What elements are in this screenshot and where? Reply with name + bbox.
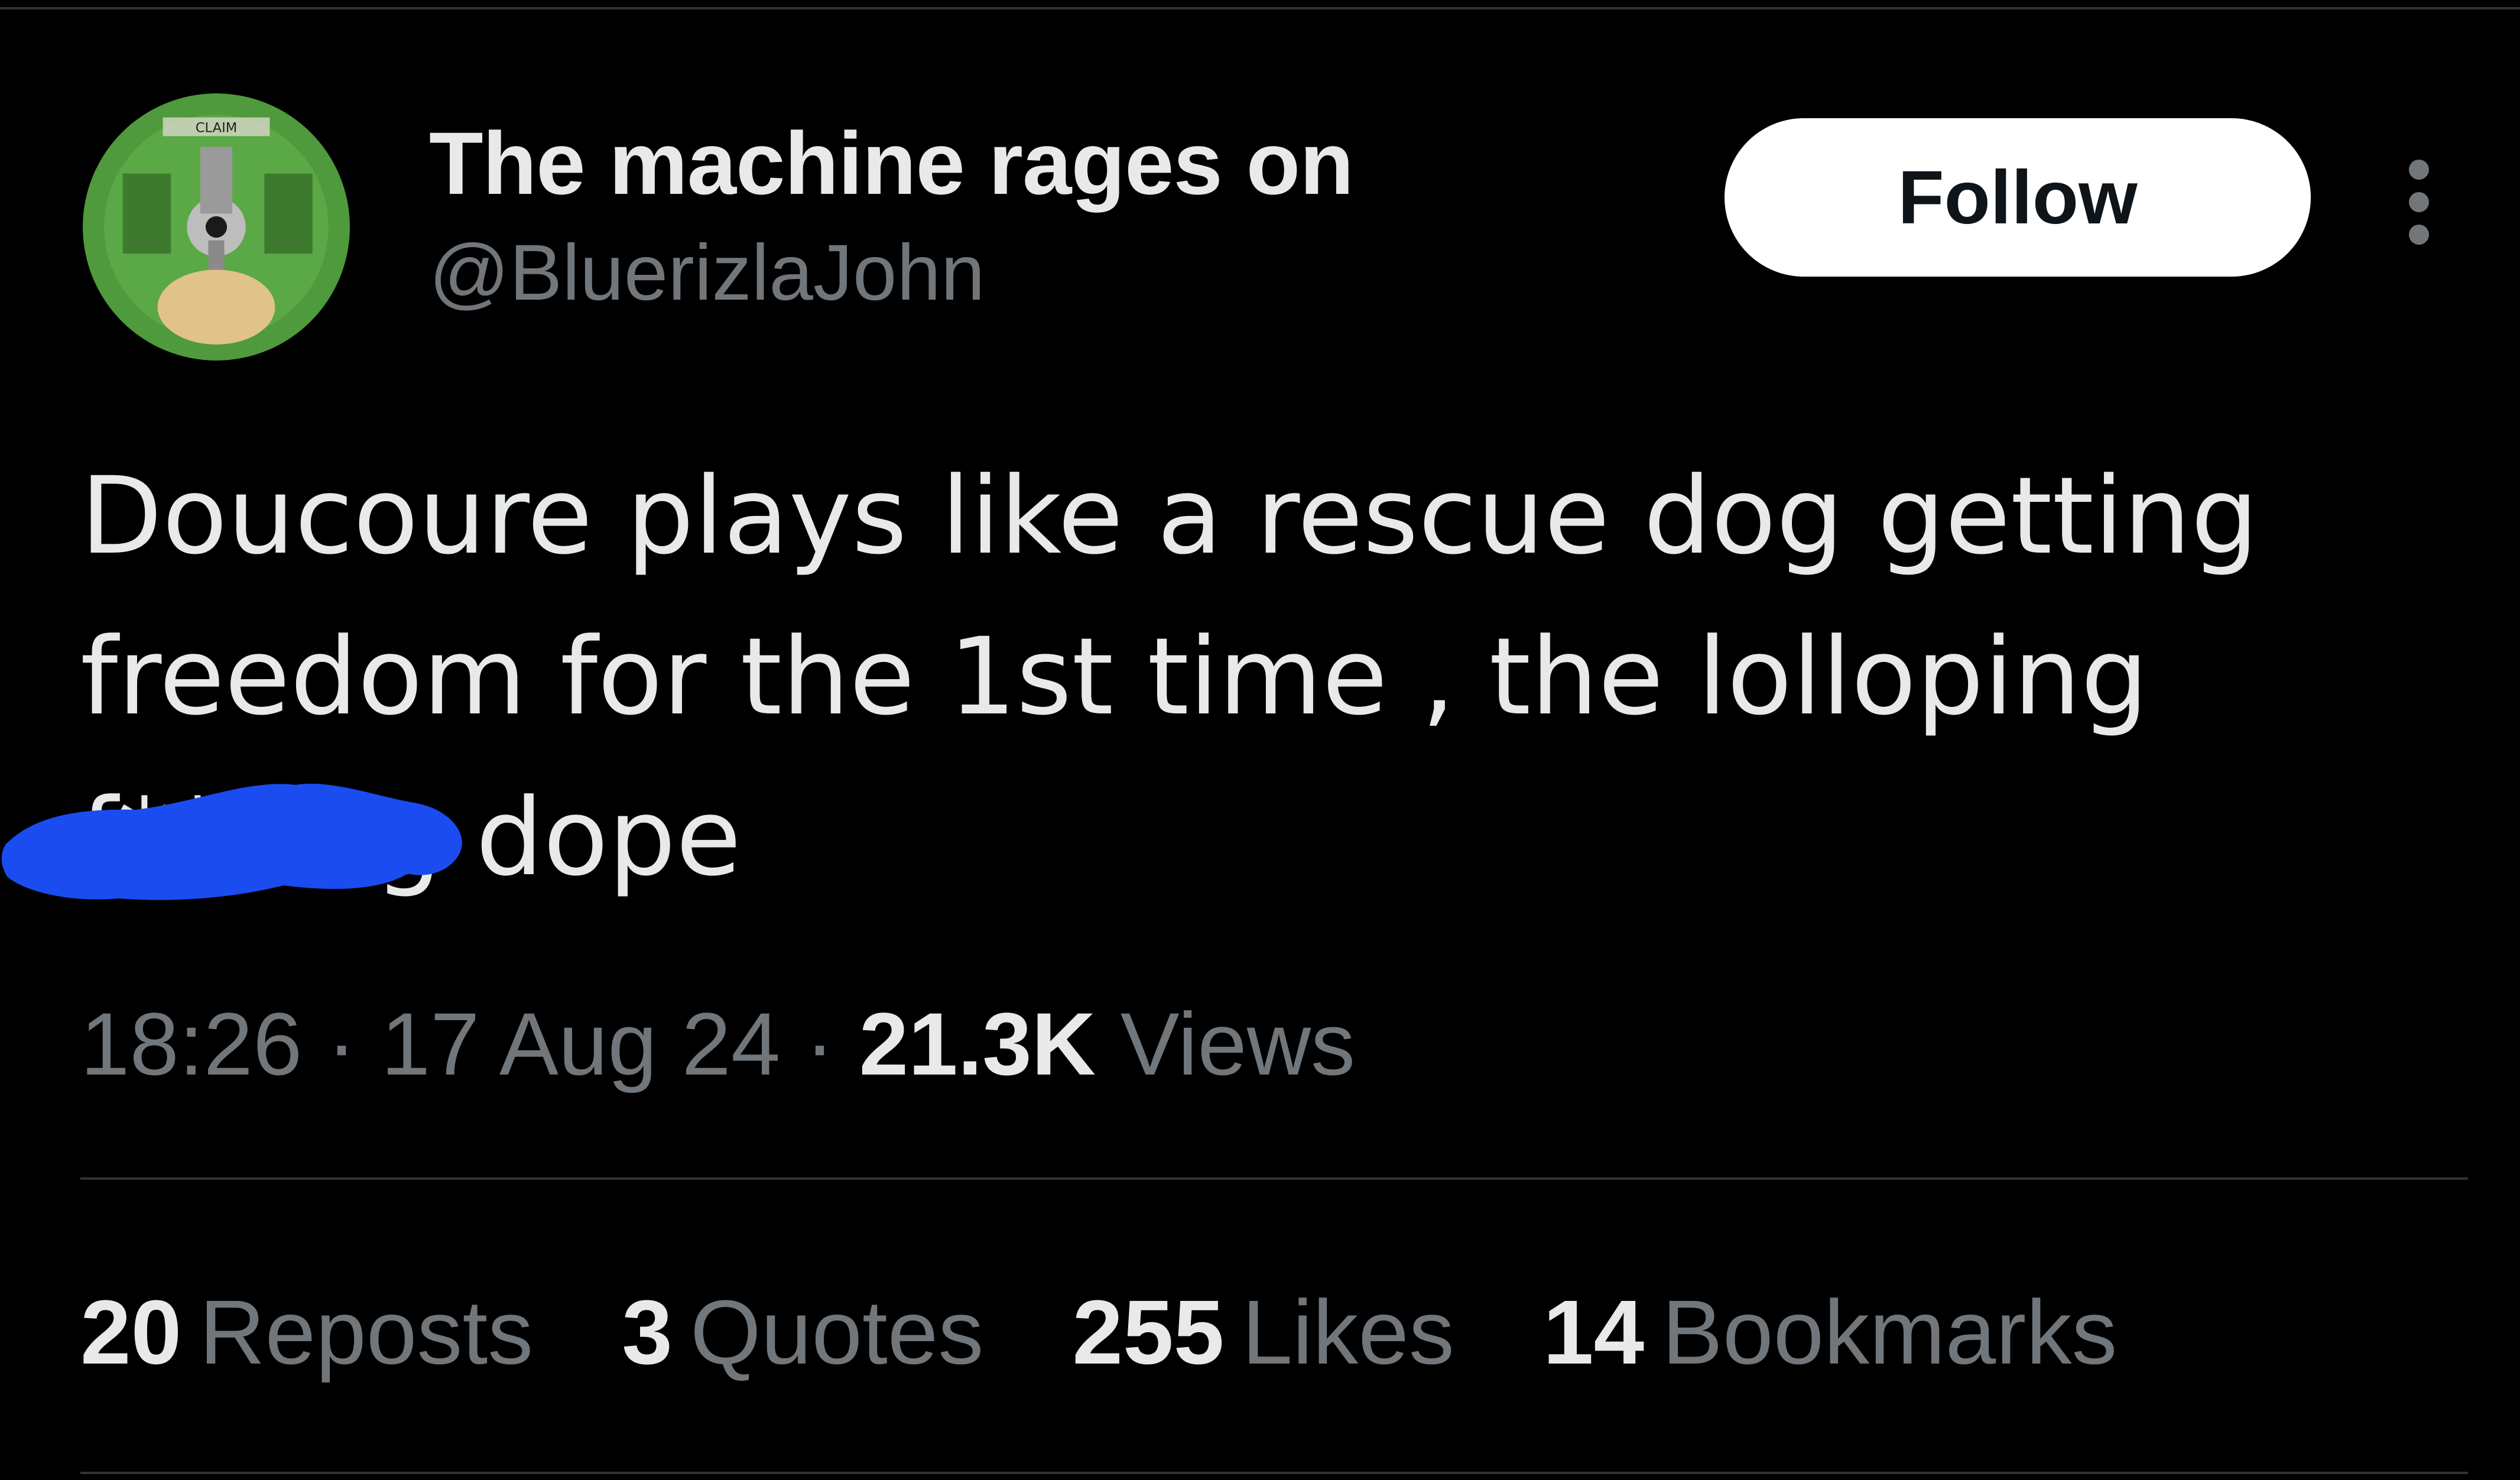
author-handle[interactable]: @BluerizlaJohn	[429, 228, 985, 318]
meta-separator: ·	[805, 994, 835, 1093]
views-count: 21.3K	[859, 994, 1096, 1093]
top-divider	[0, 7, 2520, 9]
tweet-line: Doucoure plays like a rescue dog getting	[80, 455, 2259, 578]
stats-divider	[80, 1177, 2468, 1180]
author-display-name[interactable]: The machine rages on	[429, 112, 1354, 215]
tweet-date[interactable]: 17 Aug 24	[381, 994, 781, 1093]
stat-label: Likes	[1242, 1281, 1454, 1383]
bookmarks-stat[interactable]: 14 Bookmarks	[1543, 1280, 2118, 1385]
more-horizontal-icon[interactable]	[2396, 155, 2443, 249]
tweet-meta: 18:26 · 17 Aug 24 · 21.3K Views	[80, 993, 1355, 1095]
tweet-line: freedom for the 1st time , the lolloping	[80, 615, 2149, 739]
stat-label: Bookmarks	[1662, 1281, 2118, 1383]
reposts-stat[interactable]: 20 Reposts	[80, 1280, 533, 1385]
follow-button[interactable]: Follow	[1725, 118, 2311, 277]
avatar-label: CLAIM	[196, 121, 238, 136]
stat-count: 255	[1072, 1281, 1225, 1383]
meta-separator: ·	[327, 994, 357, 1093]
author-avatar[interactable]: CLAIM	[83, 93, 350, 361]
tweet-time[interactable]: 18:26	[80, 994, 302, 1093]
stat-label: Reposts	[199, 1281, 534, 1383]
likes-stat[interactable]: 255 Likes	[1072, 1280, 1454, 1385]
bottom-divider	[80, 1472, 2468, 1474]
avatar-image: CLAIM	[83, 93, 350, 361]
redaction-scribble	[1, 783, 462, 900]
stat-count: 14	[1542, 1281, 1645, 1383]
engagement-stats: 20 Reposts 3 Quotes 255 Likes 14 Bookmarks	[80, 1280, 2117, 1385]
quotes-stat[interactable]: 3 Quotes	[622, 1280, 983, 1385]
stat-count: 3	[622, 1281, 673, 1383]
stat-label: Quotes	[690, 1281, 984, 1383]
views-label: Views	[1120, 994, 1356, 1093]
stat-count: 20	[80, 1281, 182, 1383]
